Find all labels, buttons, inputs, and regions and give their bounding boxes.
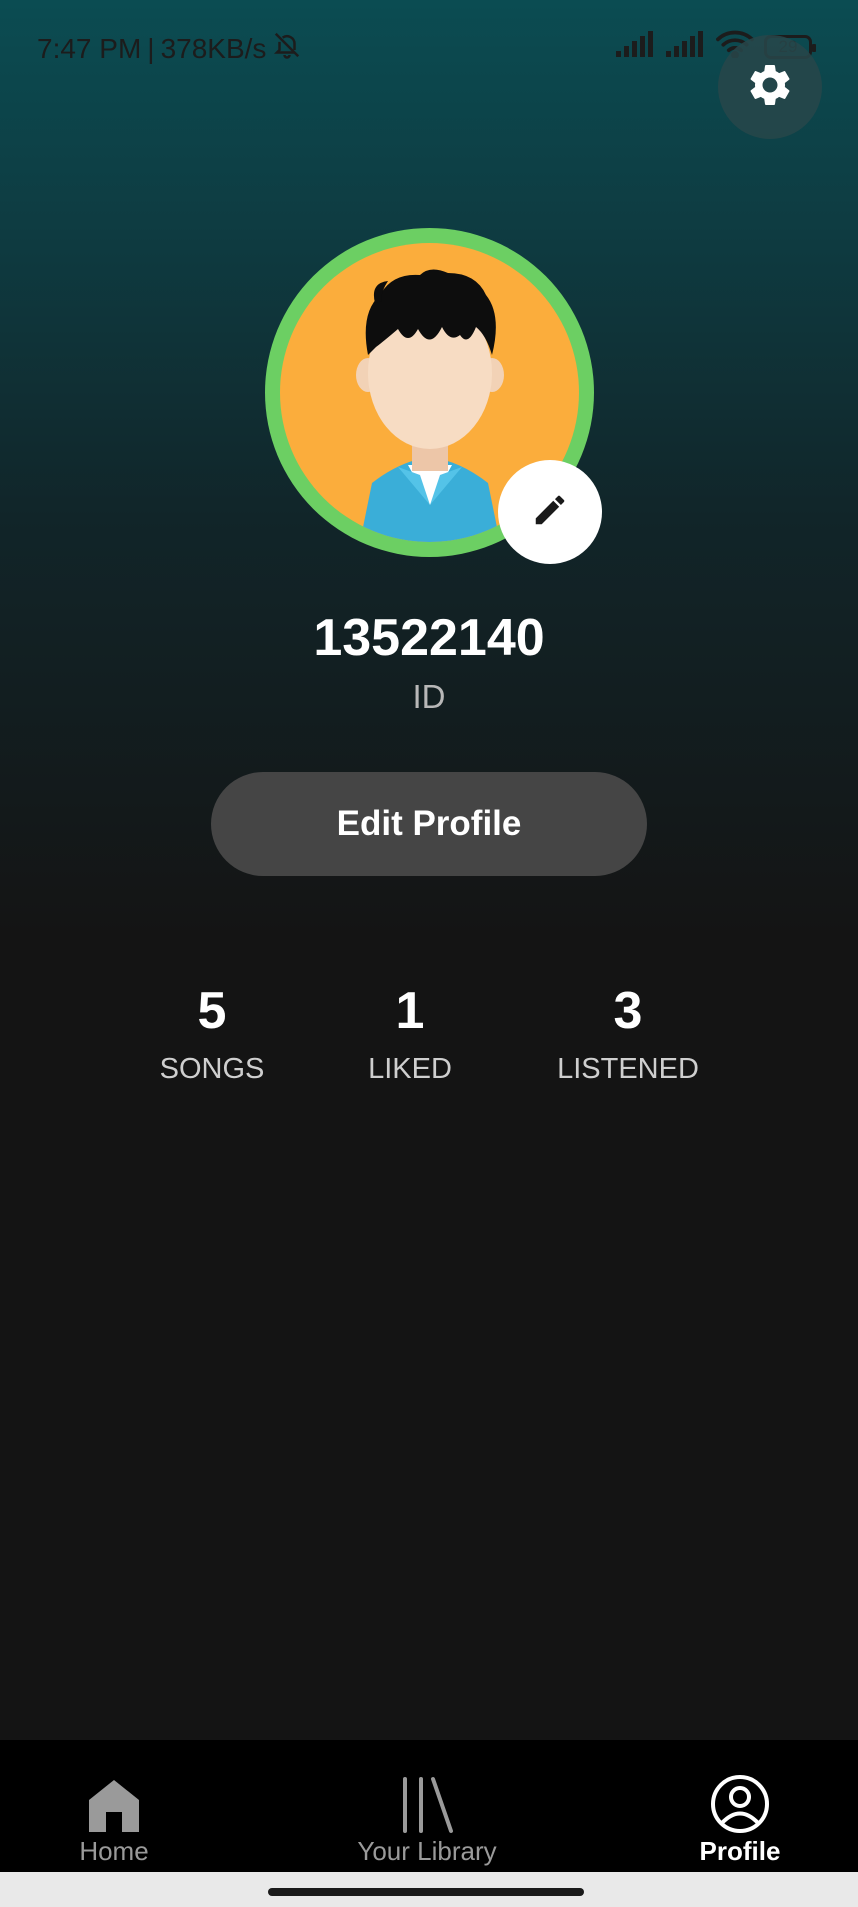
stat-listened-value: 3 <box>613 982 643 1040</box>
nav-item-home[interactable]: Home <box>64 1740 164 1872</box>
stat-listened: 3 LISTENED <box>545 985 711 1086</box>
signal-icon <box>666 31 706 62</box>
nav-item-library[interactable]: Your Library <box>350 1740 504 1872</box>
status-separator: | <box>147 32 155 64</box>
nav-item-profile[interactable]: Profile <box>690 1740 790 1872</box>
library-icon <box>397 1774 457 1834</box>
nav-label-home: Home <box>79 1836 149 1866</box>
stat-liked-label: LIKED <box>368 1053 452 1085</box>
bottom-nav: Home Your Library Profile <box>0 1740 858 1872</box>
settings-button[interactable] <box>718 35 822 139</box>
status-network-speed: 378KB/s <box>160 32 267 64</box>
home-indicator[interactable] <box>268 1888 584 1896</box>
nav-label-profile: Profile <box>699 1836 781 1866</box>
edit-avatar-button[interactable] <box>498 460 602 564</box>
status-time: 7:47 PM <box>37 32 142 64</box>
profile-icon <box>710 1774 770 1834</box>
stat-songs: 5 SONGS <box>150 985 274 1086</box>
signal-icon <box>616 31 656 62</box>
stat-liked: 1 LIKED <box>360 985 460 1086</box>
status-left: 7:47 PM | 378KB/s <box>37 30 302 67</box>
stat-songs-value: 5 <box>197 982 227 1040</box>
stat-listened-label: LISTENED <box>557 1053 699 1085</box>
gear-icon <box>745 60 795 115</box>
gesture-bar <box>0 1872 858 1907</box>
pencil-icon <box>531 491 569 534</box>
user-id: 13522140 <box>313 609 545 667</box>
nav-label-library: Your Library <box>357 1836 497 1866</box>
edit-profile-button[interactable]: Edit Profile <box>211 772 647 876</box>
user-id-label: ID <box>412 678 446 715</box>
home-icon <box>87 1774 141 1834</box>
stat-songs-label: SONGS <box>159 1053 265 1085</box>
bell-off-icon <box>272 30 302 67</box>
stat-liked-value: 1 <box>395 982 425 1040</box>
